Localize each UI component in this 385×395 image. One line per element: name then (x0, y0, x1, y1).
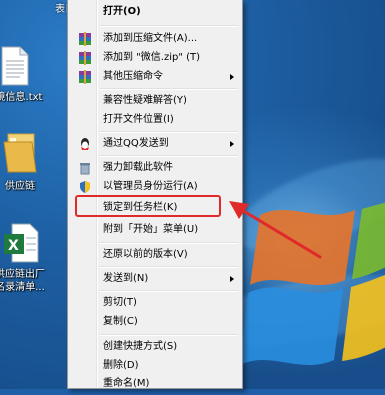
menu-item-other-compress[interactable]: 其他压缩命令 (70, 66, 240, 88)
menu-item-send-via-qq[interactable]: 通过QQ发送到 (70, 133, 240, 155)
submenu-arrow-icon (230, 141, 234, 147)
menu-item-open-file-location[interactable]: 打开文件位置(I) (70, 109, 240, 131)
desktop-icon-label: 供应链 (5, 181, 35, 192)
menu-separator (100, 25, 238, 27)
menu-item-copy[interactable]: 复制(C) (70, 311, 240, 333)
winrar-icon (79, 51, 91, 65)
desktop-icon-label: 环境信息.txt (0, 92, 43, 103)
annotation-arrow (229, 201, 322, 259)
annotation-highlight-box (75, 195, 221, 217)
menu-item-pin-to-start[interactable]: 附到「开始」菜单(U) (70, 219, 240, 241)
submenu-arrow-icon (230, 276, 234, 282)
menu-item-label: 还原以前的版本(V) (103, 249, 188, 260)
menu-item-label: 通过QQ发送到 (103, 138, 169, 149)
excel-file-icon: X (4, 223, 39, 263)
menu-item-label: 复制(C) (103, 316, 138, 327)
winrar-icon (79, 70, 91, 84)
menu-item-label: 发送到(N) (103, 273, 149, 284)
menu-item-label: 其他压缩命令 (103, 71, 163, 82)
menu-item-open[interactable]: 打开(O) (70, 1, 240, 23)
menu-item-label: 重命名(M) (103, 378, 150, 389)
folder-icon (3, 133, 37, 173)
winrar-icon (79, 32, 91, 46)
menu-item-rename[interactable]: 重命名(M) (70, 373, 240, 395)
desktop-icon-txt-file[interactable]: 环境信息.txt (0, 45, 46, 104)
qq-icon (81, 138, 89, 150)
submenu-arrow-icon (230, 74, 234, 80)
menu-item-restore-previous[interactable]: 还原以前的版本(V) (70, 244, 240, 266)
menu-item-label: 打开文件位置(I) (103, 114, 174, 125)
menu-item-label: 打开(O) (103, 6, 141, 17)
desktop-icon-folder[interactable]: 供应链 (0, 130, 52, 193)
desktop-icon-label: 供应链出厂 (0, 269, 45, 280)
trash-icon (80, 163, 90, 175)
menu-item-send-to[interactable]: 发送到(N) (70, 268, 240, 290)
desktop-icon-label-line2: 名录清单... (0, 282, 45, 293)
svg-text:X: X (8, 238, 19, 254)
shield-icon (80, 181, 90, 193)
menu-item-label: 附到「开始」菜单(U) (103, 224, 199, 235)
text-file-icon (1, 46, 29, 86)
desktop-icon-excel[interactable]: X 供应链出厂 名录清单... (0, 222, 52, 294)
